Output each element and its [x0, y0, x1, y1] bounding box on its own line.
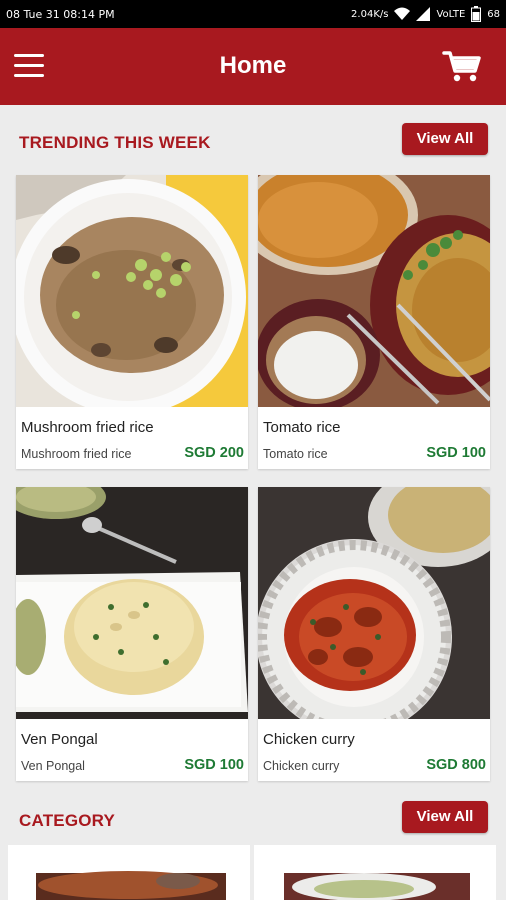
status-time: 08 Tue 31 08:14 PM	[6, 8, 115, 21]
category-card[interactable]	[8, 845, 250, 900]
food-card-chicken-curry[interactable]: Chicken curry Chicken curry SGD 800	[258, 487, 490, 781]
page-title: Home	[219, 52, 287, 79]
category-title: CATEGORY	[19, 811, 116, 830]
food-name: Ven Pongal	[21, 731, 98, 748]
food-price: SGD 100	[426, 445, 486, 461]
food-image	[16, 175, 248, 407]
cart-icon[interactable]	[442, 48, 482, 84]
food-image	[258, 175, 490, 407]
food-image	[16, 487, 248, 719]
food-price: SGD 100	[184, 757, 244, 773]
wifi-icon	[394, 7, 411, 20]
battery-level: 68	[487, 8, 500, 20]
battery-icon	[471, 6, 482, 22]
food-name: Chicken curry	[263, 731, 355, 748]
app-bar: Home	[0, 28, 506, 105]
trending-view-all-button[interactable]: View All	[402, 123, 488, 155]
status-bar: 08 Tue 31 08:14 PM 2.04K/s VoLTE 68	[0, 0, 506, 28]
trending-header: TRENDING THIS WEEK View All	[0, 123, 506, 163]
food-name: Tomato rice	[263, 419, 341, 436]
trending-title: TRENDING THIS WEEK	[19, 133, 211, 152]
food-subtitle: Tomato rice	[263, 447, 328, 461]
network-type: VoLTE	[436, 8, 466, 20]
food-subtitle: Chicken curry	[263, 759, 340, 773]
food-image	[258, 487, 490, 719]
food-name: Mushroom fried rice	[21, 419, 154, 436]
food-subtitle: Mushroom fried rice	[21, 447, 132, 461]
food-subtitle: Ven Pongal	[21, 759, 85, 773]
category-image	[8, 845, 250, 900]
category-view-all-button[interactable]: View All	[402, 801, 488, 833]
signal-icon	[416, 7, 431, 21]
food-price: SGD 200	[184, 445, 244, 461]
food-card-mushroom-fried-rice[interactable]: Mushroom fried rice Mushroom fried rice …	[16, 175, 248, 469]
network-speed: 2.04K/s	[351, 8, 389, 20]
food-price: SGD 800	[426, 757, 486, 773]
category-header: CATEGORY View All	[0, 801, 506, 841]
category-image	[254, 845, 496, 900]
category-card[interactable]	[254, 845, 496, 900]
food-card-ven-pongal[interactable]: Ven Pongal Ven Pongal SGD 100	[16, 487, 248, 781]
food-card-tomato-rice[interactable]: Tomato rice Tomato rice SGD 100	[258, 175, 490, 469]
